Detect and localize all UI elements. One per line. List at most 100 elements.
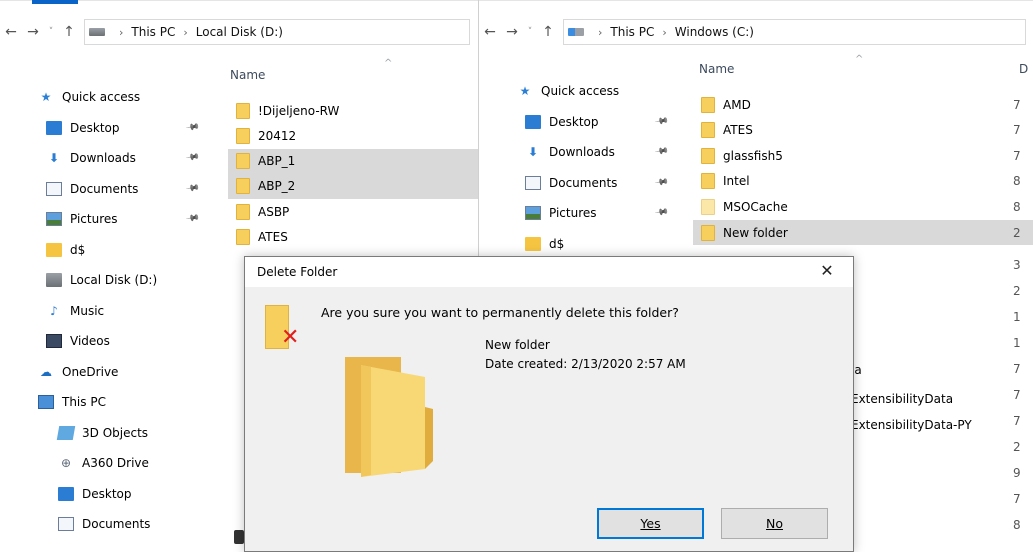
date-column-header[interactable]: D (1019, 62, 1028, 76)
right-address-box[interactable]: › This PC › Windows (C:) (563, 19, 1026, 45)
file-name: ASBP (258, 204, 290, 219)
file-row[interactable]: ABP_2 (228, 173, 478, 199)
file-row[interactable]: AMD 7 (693, 92, 1033, 117)
pin-icon[interactable]: 📌 (185, 181, 200, 196)
quick-access-star-icon: ★ (519, 84, 531, 99)
file-name: Intel (723, 174, 750, 189)
back-arrow-icon[interactable]: ← (0, 20, 22, 44)
nav-item-label: A360 Drive (82, 456, 149, 471)
no-button[interactable]: No (721, 508, 828, 539)
file-row[interactable]: ABP_1 (228, 148, 478, 174)
nav-item[interactable]: 3D Objects (0, 418, 210, 449)
nav-item[interactable]: Pictures 📌 (479, 198, 679, 229)
file-row[interactable]: MSOCache 8 (693, 194, 1033, 219)
breadcrumb-separator-icon: › (119, 25, 124, 39)
breadcrumb-this-pc[interactable]: This PC (131, 25, 175, 39)
nav-item-label: Documents (70, 181, 139, 196)
breadcrumb-separator-icon: › (183, 25, 188, 39)
nav-item[interactable]: d$ (0, 235, 210, 266)
pictures-icon (46, 212, 62, 227)
file-name: MSOCache (723, 199, 788, 214)
nav-item[interactable]: ⬇ Downloads 📌 (0, 143, 210, 174)
nav-item[interactable]: Documents 📌 (0, 174, 210, 205)
breadcrumb-this-pc[interactable]: This PC (610, 25, 654, 39)
nav-item-label: Documents (549, 175, 618, 190)
folder-icon (701, 173, 715, 190)
nav-item[interactable]: ★ Quick access (479, 76, 679, 107)
back-arrow-icon[interactable]: ← (479, 20, 501, 44)
pin-icon[interactable]: 📌 (654, 175, 669, 190)
nav-item[interactable]: Videos (0, 326, 210, 357)
pin-icon[interactable]: 📌 (654, 145, 669, 160)
nav-item-label: Local Disk (D:) (70, 273, 158, 288)
breadcrumb-windows-c[interactable]: Windows (C:) (675, 25, 754, 39)
desktop-icon (46, 120, 62, 135)
large-folder-icon (345, 357, 433, 477)
folder-icon (701, 147, 715, 164)
pictures-icon (525, 206, 541, 221)
documents-icon (525, 175, 541, 190)
file-name: ATES (258, 230, 288, 244)
nav-item[interactable]: ★ Quick access (0, 82, 210, 113)
forward-arrow-icon[interactable]: → (22, 20, 44, 44)
pin-icon[interactable]: 📌 (654, 206, 669, 221)
nav-item[interactable]: ♪ Music (0, 296, 210, 327)
nav-item-label: Downloads (549, 145, 615, 160)
nav-item[interactable]: Pictures 📌 (0, 204, 210, 235)
folder-icon (236, 127, 250, 144)
nav-item-label: This PC (62, 395, 106, 410)
file-name: ABP_1 (258, 154, 296, 169)
breadcrumb-local-disk[interactable]: Local Disk (D:) (196, 25, 283, 39)
downloads-icon: ⬇ (527, 145, 539, 160)
date-modified-value: 7 (1013, 148, 1021, 163)
file-row[interactable]: ATES (228, 225, 478, 250)
file-row[interactable]: ASBP (228, 199, 478, 224)
nav-item[interactable]: d$ (479, 229, 679, 260)
file-row[interactable]: ATES 7 (693, 118, 1033, 143)
recent-locations-chevron-icon[interactable]: ˅ (523, 20, 537, 44)
name-column-header[interactable]: Name (699, 62, 734, 76)
delete-confirmation-question: Are you sure you want to permanently del… (321, 305, 679, 320)
nav-item-label: Downloads (70, 151, 136, 166)
date-modified-value: 7 (1013, 97, 1021, 112)
breadcrumb-separator-icon: › (662, 25, 667, 39)
nav-item[interactable]: ⊕ A360 Drive (0, 448, 210, 479)
nav-item[interactable]: ☁ OneDrive (0, 357, 210, 388)
pin-icon[interactable]: 📌 (185, 151, 200, 166)
file-row[interactable]: glassfish5 7 (693, 143, 1033, 168)
folder-icon (236, 203, 250, 220)
nav-item[interactable]: Desktop 📌 (0, 113, 210, 144)
nav-item-label: Videos (70, 334, 110, 349)
file-row[interactable]: New folder 2 (693, 220, 1033, 245)
yes-button[interactable]: Yes (597, 508, 704, 539)
windows-drive-icon (568, 28, 584, 36)
up-arrow-icon[interactable]: ↑ (537, 20, 559, 44)
date-modified-value: 7 (1013, 492, 1021, 506)
nav-item[interactable]: This PC (0, 387, 210, 418)
date-modified-value: 1 (1013, 310, 1021, 324)
forward-arrow-icon[interactable]: → (501, 20, 523, 44)
file-row[interactable]: Intel 8 (693, 169, 1033, 194)
file-name: !Dijeljeno-RW (258, 103, 340, 118)
right-navigation-pane: ★ Quick access Desktop 📌 ⬇ Downloads 📌 Document… (479, 76, 679, 259)
up-arrow-icon[interactable]: ↑ (58, 20, 80, 44)
nav-item[interactable]: Desktop (0, 479, 210, 510)
close-icon[interactable]: ✕ (817, 261, 837, 280)
nav-item[interactable]: Local Disk (D:) (0, 265, 210, 296)
pin-icon[interactable]: 📌 (185, 120, 200, 135)
nav-item[interactable]: Documents (0, 509, 210, 540)
folder-icon (701, 198, 715, 215)
nav-item[interactable]: ⬇ Downloads 📌 (479, 137, 679, 168)
nav-item[interactable]: Documents 📌 (479, 168, 679, 199)
file-row[interactable]: !Dijeljeno-RW (228, 98, 478, 123)
name-column-header[interactable]: Name (230, 68, 265, 82)
pin-icon[interactable]: 📌 (185, 212, 200, 227)
date-modified-value: 8 (1013, 518, 1021, 532)
left-address-box[interactable]: › This PC › Local Disk (D:) (84, 19, 470, 45)
pin-icon[interactable]: 📌 (654, 114, 669, 129)
recent-locations-chevron-icon[interactable]: ˅ (44, 20, 58, 44)
nav-item[interactable]: Desktop 📌 (479, 107, 679, 138)
folder-name: New folder (485, 338, 550, 352)
this-pc-icon (38, 395, 54, 410)
file-row[interactable]: 20412 (228, 123, 478, 148)
